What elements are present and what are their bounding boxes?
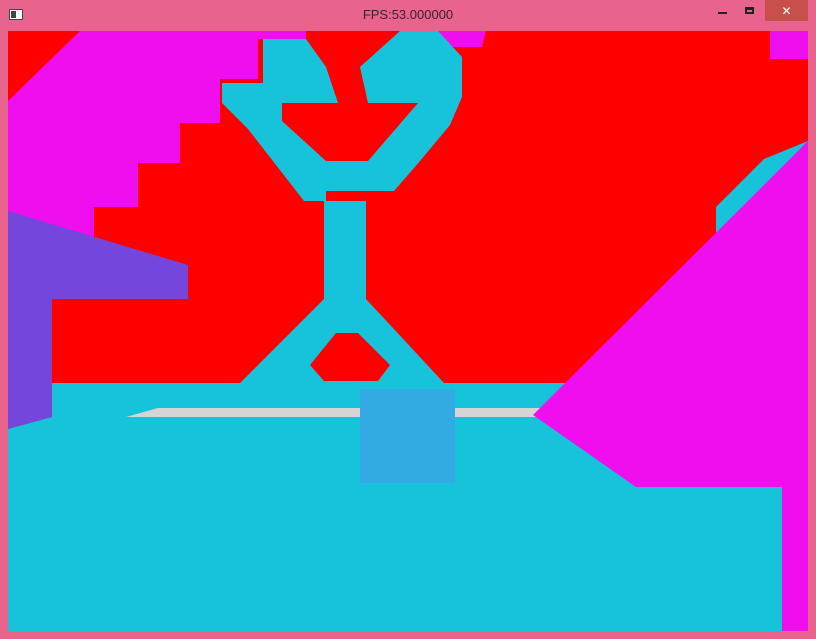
maximize-icon: [745, 7, 754, 14]
foreground-block: [360, 389, 455, 483]
top-right-magenta-block: [770, 31, 808, 59]
glass-bowl-bar: [326, 161, 368, 191]
app-window: FPS:53.000000 ✕: [0, 0, 816, 639]
game-scene: [8, 31, 808, 631]
floor-edge: [126, 408, 560, 417]
close-button[interactable]: ✕: [765, 0, 808, 21]
minimize-button[interactable]: [709, 0, 736, 21]
window-title: FPS:53.000000: [362, 7, 454, 22]
game-viewport[interactable]: [8, 31, 808, 631]
close-icon: ✕: [781, 3, 792, 18]
title-bar[interactable]: FPS:53.000000 ✕: [0, 0, 816, 30]
glass-stem: [324, 201, 366, 299]
maximize-button[interactable]: [736, 0, 763, 21]
minimize-icon: [718, 11, 727, 14]
